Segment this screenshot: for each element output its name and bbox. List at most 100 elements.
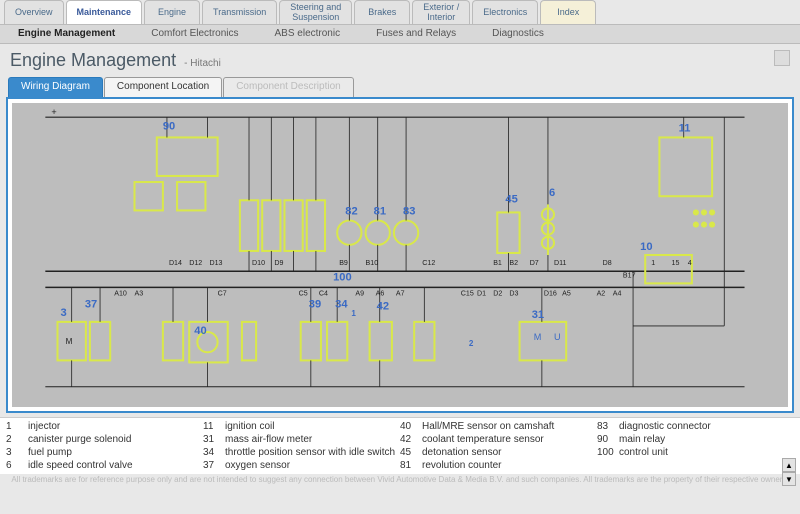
top-tab-0[interactable]: Overview xyxy=(4,0,64,24)
pin-label: A6 xyxy=(376,290,385,298)
legend-label: Hall/MRE sensor on camshaft xyxy=(422,421,554,432)
pin-label: D14 xyxy=(169,259,182,267)
pin-label: C12 xyxy=(422,259,435,267)
footer-disclaimer: All trademarks are for reference purpose… xyxy=(0,474,800,487)
pin-label: C7 xyxy=(218,290,227,298)
pin-label: A3 xyxy=(135,290,144,298)
legend-label: mass air-flow meter xyxy=(225,434,312,445)
diagram-component-34[interactable]: 34 xyxy=(335,299,348,311)
section-tab-0[interactable]: Wiring Diagram xyxy=(8,77,103,97)
legend-label: canister purge solenoid xyxy=(28,434,131,445)
pin-label: B2 xyxy=(509,259,518,267)
legend-col-0: 1injector2canister purge solenoid3fuel p… xyxy=(6,420,203,472)
legend-row-3: 3fuel pump xyxy=(6,446,203,459)
sub-tabs: Engine ManagementComfort ElectronicsABS … xyxy=(0,24,800,44)
pin-label: D8 xyxy=(603,259,612,267)
pin-label: B9 xyxy=(339,259,348,267)
legend-num: 11 xyxy=(203,421,225,432)
legend-num: 45 xyxy=(400,447,422,458)
legend-label: diagnostic connector xyxy=(619,421,711,432)
pin-label: 15 xyxy=(672,259,680,267)
diagram-component-6[interactable]: 6 xyxy=(549,187,555,199)
legend-row-34: 34throttle position sensor with idle swi… xyxy=(203,446,400,459)
legend-row-11: 11ignition coil xyxy=(203,420,400,433)
diagram-component-40[interactable]: 40 xyxy=(194,325,206,337)
top-tab-7[interactable]: Electronics xyxy=(472,0,538,24)
top-tab-8[interactable]: Index xyxy=(540,0,596,24)
sub-tab-2[interactable]: ABS electronic xyxy=(257,25,359,43)
diagram-component-82[interactable]: 82 xyxy=(345,205,357,217)
pin-label: D12 xyxy=(189,259,202,267)
legend-label: ignition coil xyxy=(225,421,274,432)
sub-tab-1[interactable]: Comfort Electronics xyxy=(133,25,256,43)
pin-label: A7 xyxy=(396,290,405,298)
diagram-component-42[interactable]: 42 xyxy=(377,301,389,313)
legend-label: oxygen sensor xyxy=(225,460,290,471)
sub-tab-4[interactable]: Diagnostics xyxy=(474,25,562,43)
legend-num: 40 xyxy=(400,421,422,432)
pin-label: A4 xyxy=(613,290,622,298)
sub-tab-3[interactable]: Fuses and Relays xyxy=(358,25,474,43)
diagram-component-2[interactable]: 2 xyxy=(469,339,474,348)
diagram-component-31[interactable]: 31 xyxy=(532,309,544,321)
legend-row-37: 37oxygen sensor xyxy=(203,459,400,472)
legend-row-81: 81revolution counter xyxy=(400,459,597,472)
wiring-diagram-frame: + xyxy=(6,97,794,413)
section-tabs: Wiring DiagramComponent LocationComponen… xyxy=(8,77,800,97)
legend-col-3: 83diagnostic connector90main relay100con… xyxy=(597,420,794,472)
pin-label: D16 xyxy=(544,290,557,298)
top-tab-5[interactable]: Brakes xyxy=(354,0,410,24)
diagram-component-10[interactable]: 10 xyxy=(640,241,652,253)
pin-label: D7 xyxy=(530,259,539,267)
scroll-up-icon[interactable]: ▲ xyxy=(782,458,796,472)
top-tab-1[interactable]: Maintenance xyxy=(66,0,143,24)
legend-row-1: 1injector xyxy=(6,420,203,433)
top-tabs: OverviewMaintenanceEngineTransmissionSte… xyxy=(0,0,800,24)
sub-tab-0[interactable]: Engine Management xyxy=(0,25,133,43)
menu-icon[interactable] xyxy=(774,50,790,66)
diagram-component-3[interactable]: 3 xyxy=(61,307,67,319)
diagram-component-83[interactable]: 83 xyxy=(403,205,415,217)
legend-num: 81 xyxy=(400,460,422,471)
page-header: Engine Management - Hitachi xyxy=(0,44,800,77)
top-tab-6[interactable]: Exterior / Interior xyxy=(412,0,470,24)
wiring-diagram[interactable]: + xyxy=(12,103,788,407)
legend-num: 90 xyxy=(597,434,619,445)
pin-label: A5 xyxy=(562,290,571,298)
legend-label: detonation sensor xyxy=(422,447,502,458)
pin-label: C5 xyxy=(299,290,308,298)
diagram-component-90[interactable]: 90 xyxy=(163,120,175,132)
diagram-component-1[interactable]: 1 xyxy=(351,309,356,318)
legend-num: 31 xyxy=(203,434,225,445)
pin-label: A10 xyxy=(114,290,127,298)
page-title: Engine Management xyxy=(10,50,176,71)
top-tab-3[interactable]: Transmission xyxy=(202,0,277,24)
section-tab-1[interactable]: Component Location xyxy=(104,77,222,97)
scroll-down-icon[interactable]: ▼ xyxy=(782,472,796,486)
legend-row-83: 83diagnostic connector xyxy=(597,420,794,433)
legend-row-6: 6idle speed control valve xyxy=(6,459,203,472)
top-tab-2[interactable]: Engine xyxy=(144,0,200,24)
pin-label: B1 xyxy=(493,259,502,267)
page-subtitle: - Hitachi xyxy=(184,58,221,69)
svg-text:U: U xyxy=(554,332,561,342)
pin-label: B17 xyxy=(623,271,636,279)
legend-row-100: 100control unit xyxy=(597,446,794,459)
pin-label: A2 xyxy=(597,290,606,298)
diagram-component-37[interactable]: 37 xyxy=(85,299,97,311)
top-tab-4[interactable]: Steering and Suspension xyxy=(279,0,352,24)
legend-row-90: 90main relay xyxy=(597,433,794,446)
svg-text:M: M xyxy=(534,332,542,342)
diagram-component-100[interactable]: 100 xyxy=(333,271,352,283)
diagram-component-45[interactable]: 45 xyxy=(505,193,517,205)
legend-num: 34 xyxy=(203,447,225,458)
legend-label: injector xyxy=(28,421,60,432)
pin-label: D1 xyxy=(477,290,486,298)
diagram-component-11[interactable]: 11 xyxy=(679,122,691,134)
pin-label: D11 xyxy=(554,259,567,267)
diagram-component-39[interactable]: 39 xyxy=(309,299,321,311)
diagram-component-81[interactable]: 81 xyxy=(374,205,386,217)
legend-num: 37 xyxy=(203,460,225,471)
legend-label: main relay xyxy=(619,434,665,445)
pin-label: C4 xyxy=(319,290,328,298)
